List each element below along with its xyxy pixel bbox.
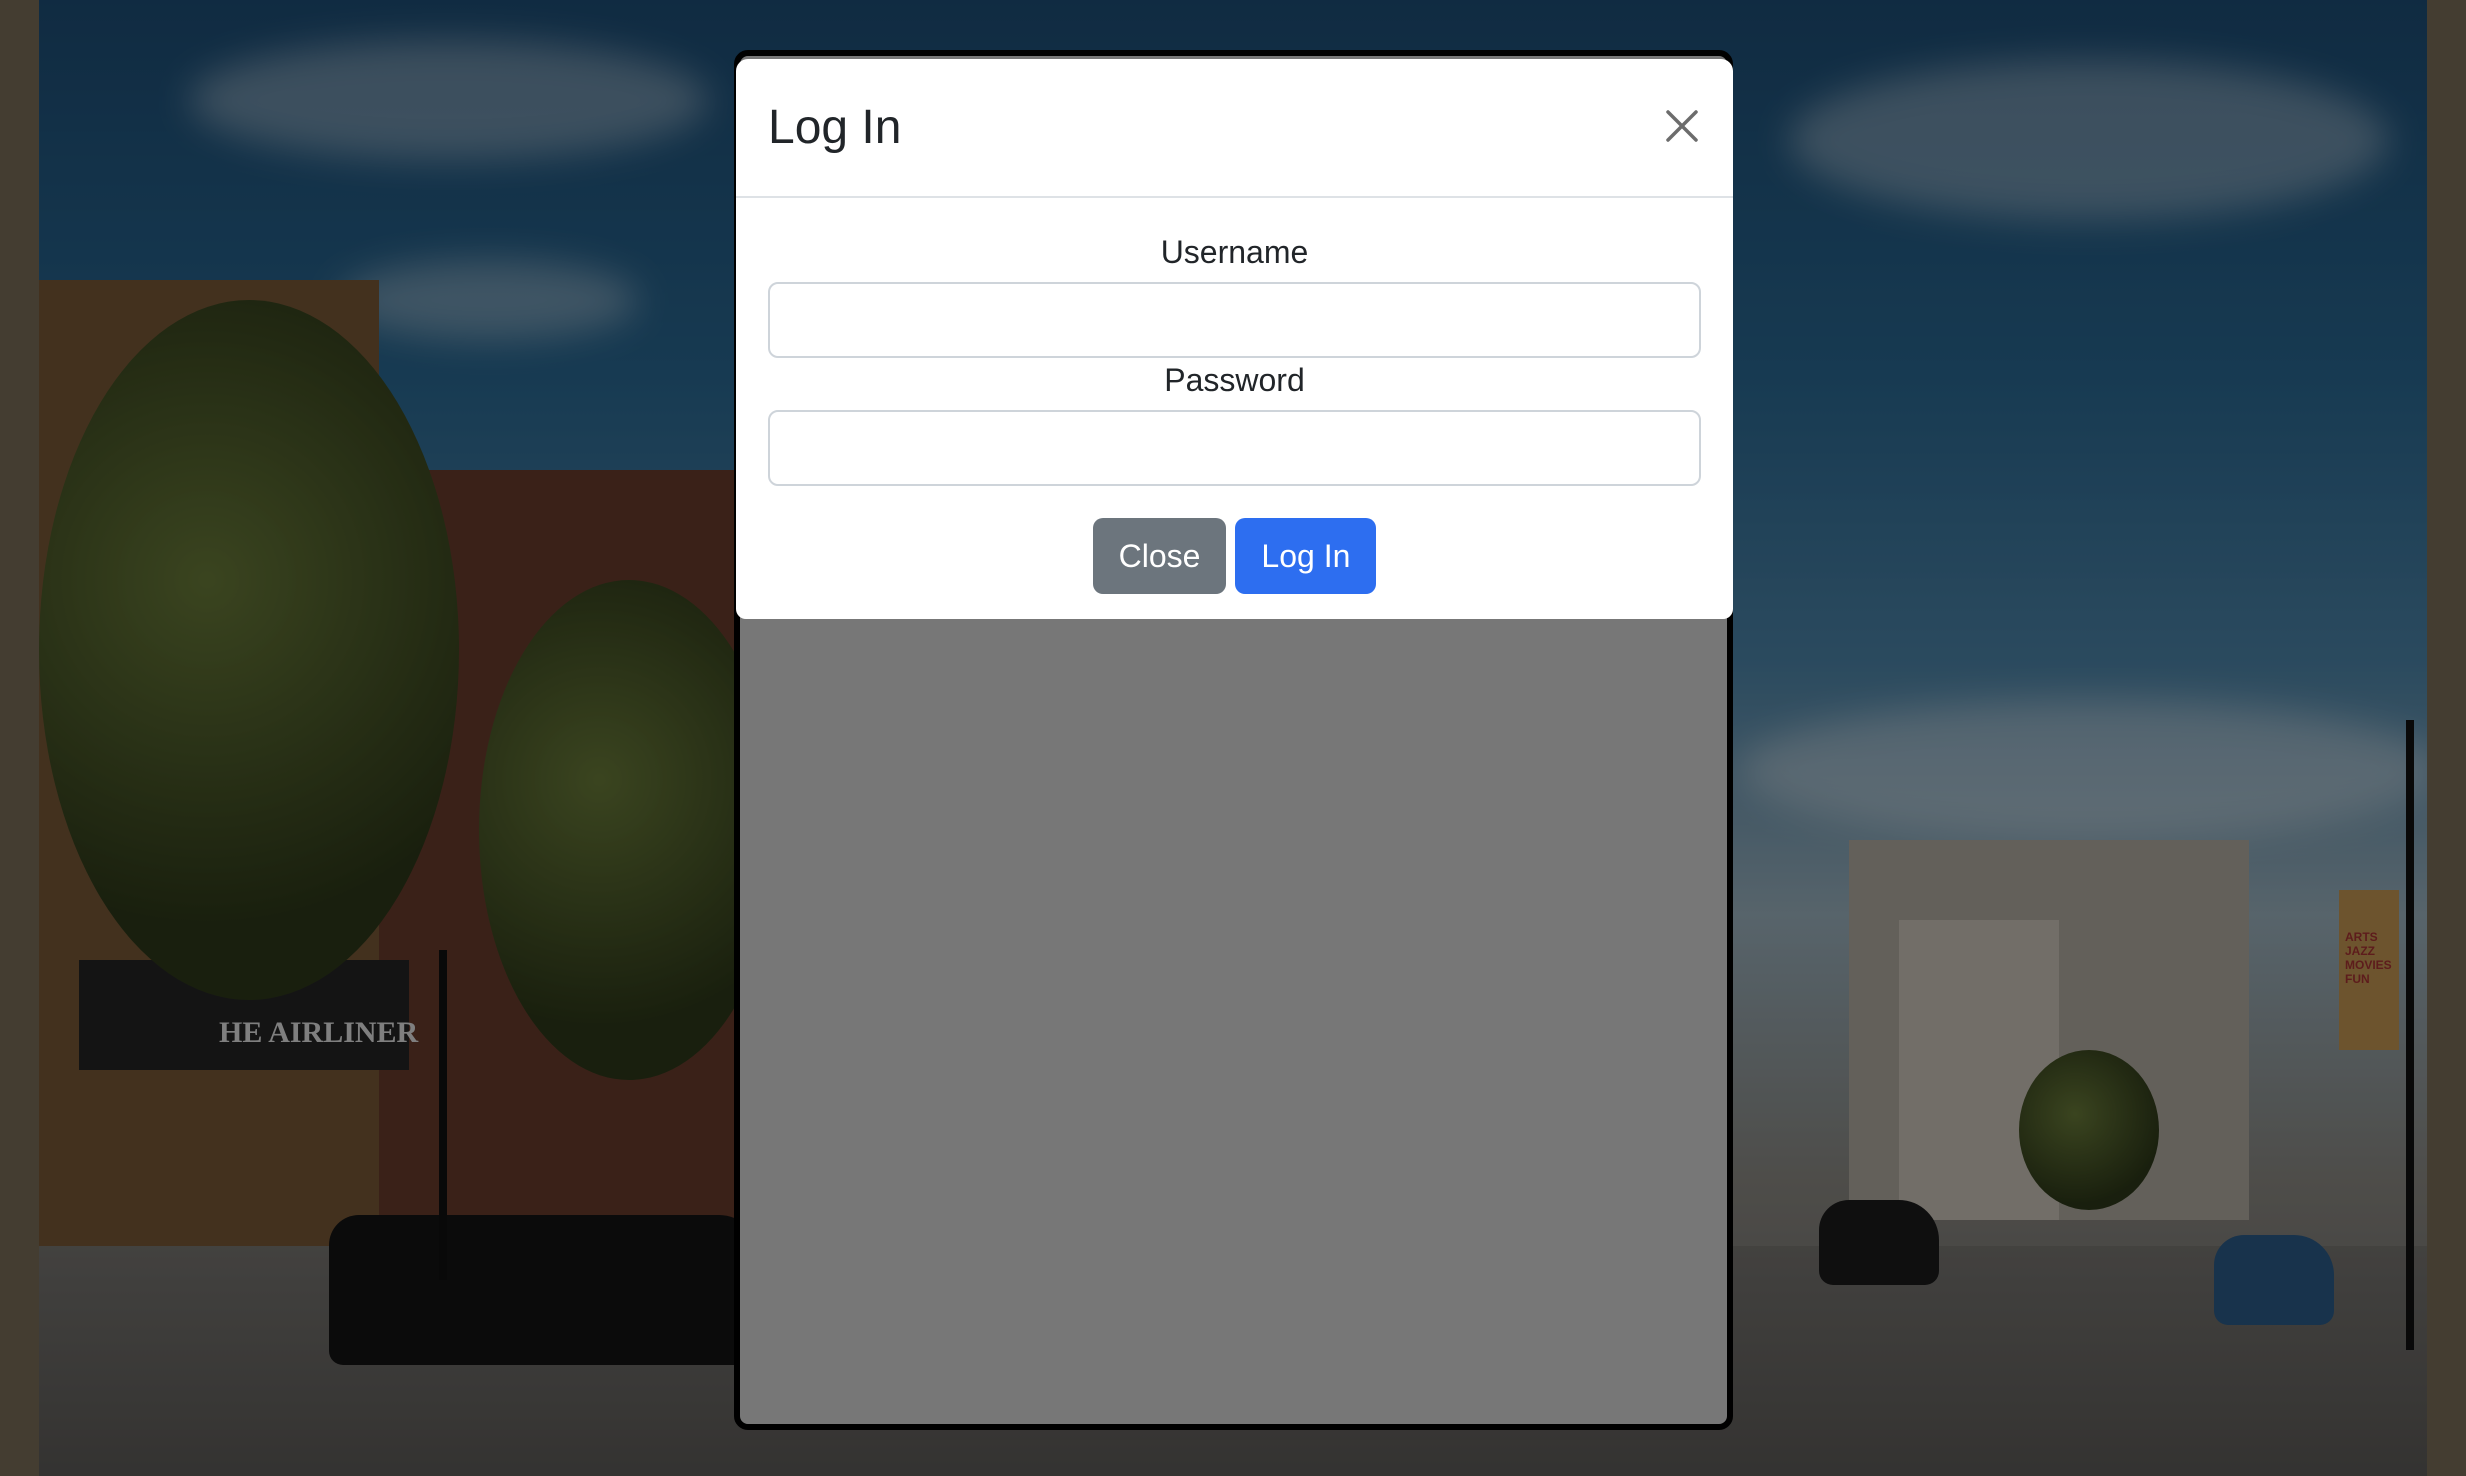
close-icon	[1666, 110, 1698, 142]
password-input[interactable]	[768, 410, 1701, 486]
modal-body: Username Password Close Log In	[736, 234, 1733, 594]
close-icon-button[interactable]	[1659, 103, 1705, 149]
login-modal: Log In Username Password Close Log In	[736, 59, 1733, 619]
modal-header: Log In	[736, 59, 1733, 198]
login-button[interactable]: Log In	[1235, 518, 1377, 594]
page: HE AIRLINER ARTS JAZZ MOVIES FUN Log In	[0, 0, 2466, 1476]
close-button[interactable]: Close	[1092, 518, 1227, 594]
password-label: Password	[1164, 362, 1305, 398]
modal-title: Log In	[768, 101, 902, 154]
username-input[interactable]	[768, 282, 1701, 358]
button-row: Close Log In	[768, 518, 1701, 594]
username-label: Username	[1160, 234, 1309, 270]
